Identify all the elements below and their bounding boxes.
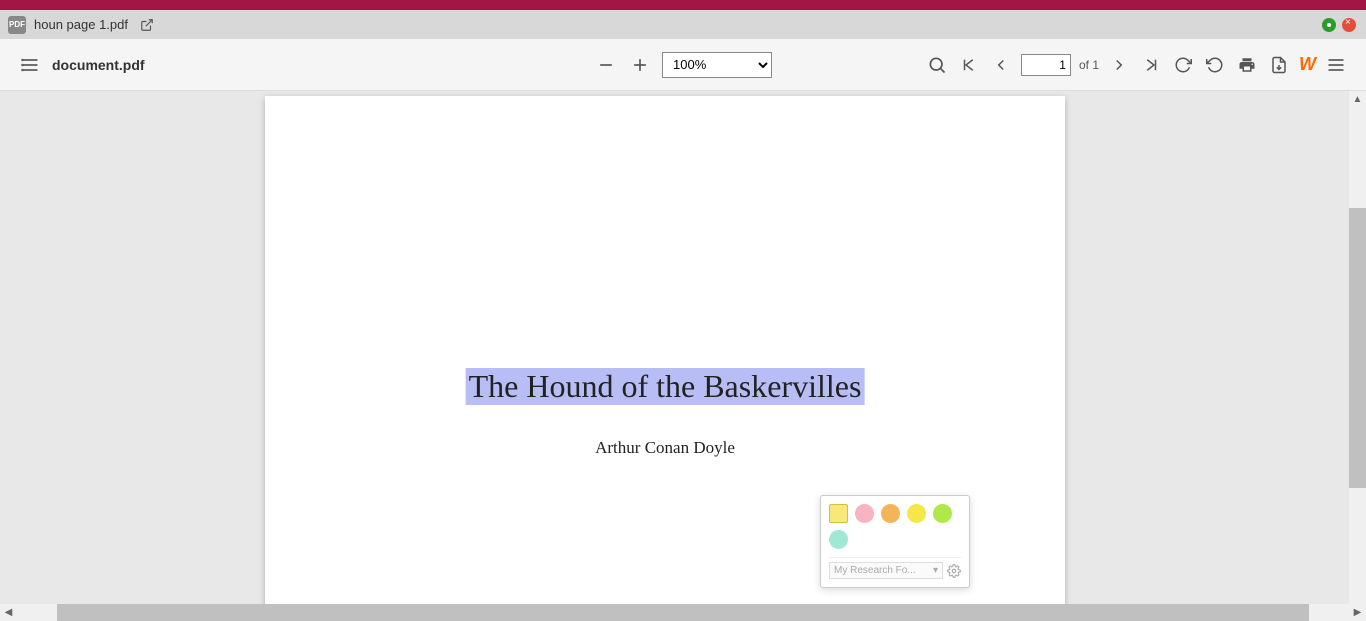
color-swatch-row <box>829 504 961 549</box>
zoom-out-button[interactable] <box>594 53 618 77</box>
last-page-button[interactable] <box>1139 53 1163 77</box>
highlight-swatch-yellow-selected[interactable] <box>829 504 848 523</box>
page-number-input[interactable] <box>1021 54 1071 76</box>
scroll-left-arrow[interactable]: ◀ <box>0 604 17 621</box>
chevron-down-icon: ▾ <box>933 565 938 576</box>
document-author[interactable]: Arthur Conan Doyle <box>595 438 735 458</box>
folder-select-label: My Research Fo... <box>834 565 916 576</box>
status-indicator-green[interactable] <box>1322 18 1336 32</box>
rotate-ccw-button[interactable] <box>1203 53 1227 77</box>
pdf-badge-icon: PDF <box>8 16 26 34</box>
weava-logo-icon[interactable]: W <box>1299 54 1316 75</box>
popout-icon[interactable] <box>140 18 154 32</box>
browser-tab-bar: PDF houn page 1.pdf <box>0 10 1366 39</box>
vertical-scrollbar[interactable]: ▲ ▼ <box>1349 91 1366 621</box>
next-page-button[interactable] <box>1107 53 1131 77</box>
document-filename: document.pdf <box>52 57 145 73</box>
search-icon[interactable] <box>925 53 949 77</box>
horizontal-scroll-thumb[interactable] <box>57 604 1309 621</box>
highlight-swatch-green[interactable] <box>933 504 952 523</box>
highlight-swatch-yellow2[interactable] <box>907 504 926 523</box>
window-top-stripe <box>0 0 1366 10</box>
rotate-cw-button[interactable] <box>1171 53 1195 77</box>
zoom-in-button[interactable] <box>628 53 652 77</box>
close-tab-button[interactable] <box>1342 18 1356 32</box>
horizontal-scrollbar[interactable]: ◀ ▶ <box>0 604 1366 621</box>
highlight-swatch-pink[interactable] <box>855 504 874 523</box>
more-menu-icon[interactable] <box>1324 53 1348 77</box>
scroll-right-arrow[interactable]: ▶ <box>1349 604 1366 621</box>
tab-title: houn page 1.pdf <box>34 17 128 32</box>
first-page-button[interactable] <box>957 53 981 77</box>
pdf-toolbar: document.pdf 100% of 1 <box>0 39 1366 91</box>
page-total-label: of 1 <box>1079 58 1099 72</box>
highlight-swatch-orange[interactable] <box>881 504 900 523</box>
download-button[interactable] <box>1267 53 1291 77</box>
print-button[interactable] <box>1235 53 1259 77</box>
gear-icon[interactable] <box>947 564 961 578</box>
vertical-scroll-thumb[interactable] <box>1349 208 1366 488</box>
scroll-up-arrow[interactable]: ▲ <box>1349 91 1366 108</box>
sidebar-toggle-icon[interactable] <box>20 55 40 75</box>
prev-page-button[interactable] <box>989 53 1013 77</box>
zoom-select[interactable]: 100% <box>662 52 772 78</box>
folder-select[interactable]: My Research Fo... ▾ <box>829 562 943 579</box>
pdf-viewer: The Hound of the Baskervilles Arthur Con… <box>0 91 1366 621</box>
document-title-selected[interactable]: The Hound of the Baskervilles <box>466 368 865 405</box>
highlight-swatch-teal[interactable] <box>829 530 848 549</box>
highlight-color-popup: My Research Fo... ▾ <box>820 495 970 588</box>
